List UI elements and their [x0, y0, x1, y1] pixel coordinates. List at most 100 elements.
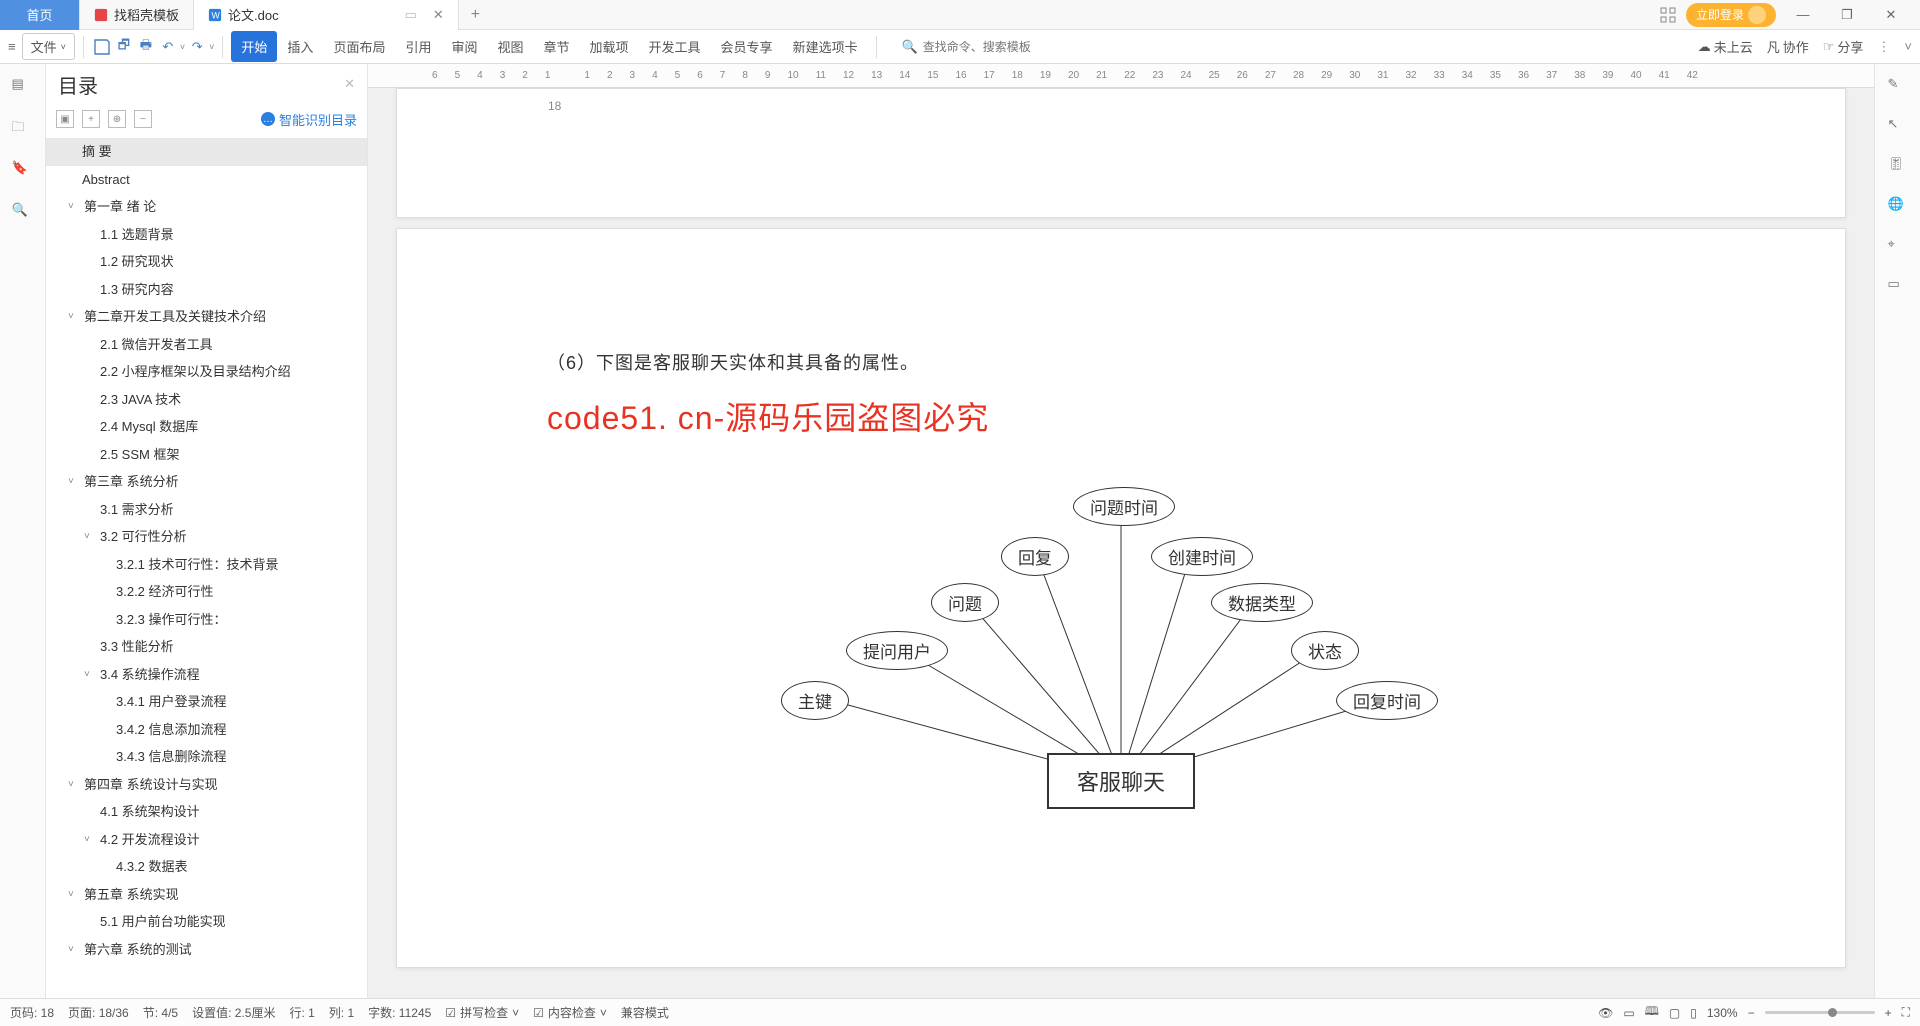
- ribbon-tab-10[interactable]: 新建选项卡: [783, 31, 868, 62]
- view-page-icon[interactable]: ▭: [1623, 1006, 1634, 1020]
- toc-item[interactable]: 4.3.2 数据表: [46, 853, 367, 881]
- toc-item[interactable]: 3.2.1 技术可行性：技术背景: [46, 551, 367, 579]
- share-button[interactable]: ☞分享: [1823, 37, 1864, 56]
- ribbon-tab-6[interactable]: 章节: [534, 31, 580, 62]
- status-pagecode[interactable]: 页码: 18: [10, 1004, 54, 1021]
- status-section[interactable]: 节: 4/5: [143, 1004, 178, 1021]
- zoom-level[interactable]: 130%: [1707, 1006, 1738, 1020]
- pencil-icon[interactable]: ✎: [1888, 76, 1908, 96]
- zoom-slider[interactable]: [1765, 1011, 1875, 1014]
- folder-icon[interactable]: 🗀: [12, 118, 34, 140]
- toc-item[interactable]: ˅第二章开发工具及关键技术介绍: [46, 303, 367, 331]
- new-tab-button[interactable]: +: [459, 6, 492, 24]
- toc-item[interactable]: 3.2.3 操作可行性：: [46, 606, 367, 634]
- toc-item[interactable]: 2.5 SSM 框架: [46, 441, 367, 469]
- toc-item[interactable]: 4.1 系统架构设计: [46, 798, 367, 826]
- minimize-icon[interactable]: —: [1786, 7, 1820, 22]
- ribbon-tab-3[interactable]: 引用: [395, 31, 441, 62]
- command-search[interactable]: 🔍: [895, 35, 1060, 59]
- ribbon-tab-4[interactable]: 审阅: [441, 31, 487, 62]
- toc-item[interactable]: 2.2 小程序框架以及目录结构介绍: [46, 358, 367, 386]
- toc-item[interactable]: 1.3 研究内容: [46, 276, 367, 304]
- toc-item[interactable]: 2.3 JAVA 技术: [46, 386, 367, 414]
- toc-item[interactable]: ˅3.4 系统操作流程: [46, 661, 367, 689]
- file-menu[interactable]: 文件˅: [22, 33, 75, 60]
- search-input[interactable]: [923, 40, 1053, 54]
- zoom-thumb[interactable]: [1828, 1008, 1837, 1017]
- expand-all-icon[interactable]: ▣: [56, 110, 74, 128]
- tab-templates[interactable]: 找稻壳模板: [80, 0, 194, 30]
- redo-dropdown-icon[interactable]: ˅: [209, 42, 214, 52]
- status-setvalue[interactable]: 设置值: 2.5厘米: [192, 1004, 275, 1021]
- toc-item[interactable]: 5.1 用户前台功能实现: [46, 908, 367, 936]
- view-outline-icon[interactable]: 🕮: [1645, 1002, 1659, 1023]
- toc-item[interactable]: 2.1 微信开发者工具: [46, 331, 367, 359]
- status-words[interactable]: 字数: 11245: [368, 1004, 431, 1021]
- toc-item[interactable]: ˅第六章 系统的测试: [46, 936, 367, 964]
- toc-item[interactable]: 2.4 Mysql 数据库: [46, 413, 367, 441]
- toc-item[interactable]: ˅第五章 系统实现: [46, 881, 367, 909]
- toc-item[interactable]: 3.1 需求分析: [46, 496, 367, 524]
- view-read-icon[interactable]: ▯: [1690, 1006, 1697, 1020]
- toc-item[interactable]: ˅第一章 绪 论: [46, 193, 367, 221]
- toc-item[interactable]: 3.4.2 信息添加流程: [46, 716, 367, 744]
- toc-item[interactable]: Abstract: [46, 166, 367, 194]
- cooperate-button[interactable]: 凡协作: [1767, 37, 1809, 56]
- more-icon[interactable]: ⋮: [1877, 39, 1890, 55]
- status-col[interactable]: 列: 1: [329, 1004, 354, 1021]
- ribbon-tab-5[interactable]: 视图: [487, 31, 533, 62]
- ribbon-tab-8[interactable]: 开发工具: [639, 31, 711, 62]
- status-page[interactable]: 页面: 18/36: [68, 1004, 129, 1021]
- status-row[interactable]: 行: 1: [289, 1004, 314, 1021]
- bookmark-icon[interactable]: 🔖: [12, 160, 34, 182]
- undo-dropdown-icon[interactable]: ˅: [180, 42, 185, 52]
- cursor-icon[interactable]: ↖: [1888, 116, 1908, 136]
- ribbon-tab-2[interactable]: 页面布局: [323, 31, 395, 62]
- translate-icon[interactable]: 🌐: [1888, 196, 1908, 216]
- toc-item[interactable]: 3.3 性能分析: [46, 633, 367, 661]
- spellcheck-toggle[interactable]: ☑ 拼写检查 ˅: [445, 1004, 519, 1021]
- add-heading-icon[interactable]: +: [82, 110, 100, 128]
- toc-item[interactable]: ˅第四章 系统设计与实现: [46, 771, 367, 799]
- close-icon[interactable]: ✕: [433, 7, 444, 23]
- undo-icon[interactable]: ↶: [158, 37, 178, 57]
- list-menu-icon[interactable]: ≡: [8, 39, 16, 54]
- document-canvas[interactable]: 6543211234567891011121314151617181920212…: [368, 64, 1874, 998]
- toc-item[interactable]: ˅3.2 可行性分析: [46, 523, 367, 551]
- ribbon-tab-1[interactable]: 插入: [277, 31, 323, 62]
- zoom-in-icon[interactable]: +: [1885, 1006, 1892, 1020]
- toc-list[interactable]: 摘 要Abstract˅第一章 绪 论1.1 选题背景1.2 研究现状1.3 研…: [46, 134, 367, 998]
- ribbon-tab-7[interactable]: 加载项: [580, 31, 639, 62]
- horizontal-ruler[interactable]: 6543211234567891011121314151617181920212…: [368, 64, 1874, 88]
- ribbon-tab-0[interactable]: 开始: [231, 31, 277, 62]
- remove-heading-icon[interactable]: −: [134, 110, 152, 128]
- panel-close-icon[interactable]: ✕: [344, 76, 355, 92]
- toc-item[interactable]: 3.4.1 用户登录流程: [46, 688, 367, 716]
- fullscreen-icon[interactable]: ⛶: [1902, 1005, 1910, 1020]
- toc-item[interactable]: 3.4.3 信息删除流程: [46, 743, 367, 771]
- search-panel-icon[interactable]: 🔍: [12, 202, 34, 224]
- outline-icon[interactable]: ▤: [12, 76, 34, 98]
- smart-toc-button[interactable]: …智能识别目录: [261, 110, 357, 129]
- print-preview-icon[interactable]: 🗗: [114, 37, 134, 57]
- toc-item[interactable]: ˅4.2 开发流程设计: [46, 826, 367, 854]
- toc-item[interactable]: 1.2 研究现状: [46, 248, 367, 276]
- apps-grid-icon[interactable]: [1660, 7, 1676, 23]
- redo-icon[interactable]: ↷: [187, 37, 207, 57]
- tab-menu-icon[interactable]: ▭: [405, 7, 417, 23]
- close-window-icon[interactable]: ✕: [1874, 7, 1908, 23]
- eye-icon[interactable]: 👁: [1598, 1006, 1613, 1020]
- settings-slider-icon[interactable]: 🎚: [1888, 156, 1908, 176]
- toc-item[interactable]: ˅第三章 系统分析: [46, 468, 367, 496]
- tab-document[interactable]: W 论文.doc ▭ ✕: [194, 0, 459, 30]
- zoom-out-icon[interactable]: −: [1748, 1006, 1755, 1020]
- collapse-ribbon-icon[interactable]: ˅: [1904, 39, 1912, 54]
- view-web-icon[interactable]: ▢: [1669, 1006, 1680, 1020]
- toc-item[interactable]: 3.2.2 经济可行性: [46, 578, 367, 606]
- tab-home[interactable]: 首页: [0, 0, 80, 30]
- login-button[interactable]: 立即登录: [1686, 3, 1776, 27]
- save-icon[interactable]: [92, 37, 112, 57]
- add-below-icon[interactable]: ⊕: [108, 110, 126, 128]
- maximize-icon[interactable]: ❐: [1830, 7, 1864, 23]
- location-icon[interactable]: ⌖: [1888, 236, 1908, 256]
